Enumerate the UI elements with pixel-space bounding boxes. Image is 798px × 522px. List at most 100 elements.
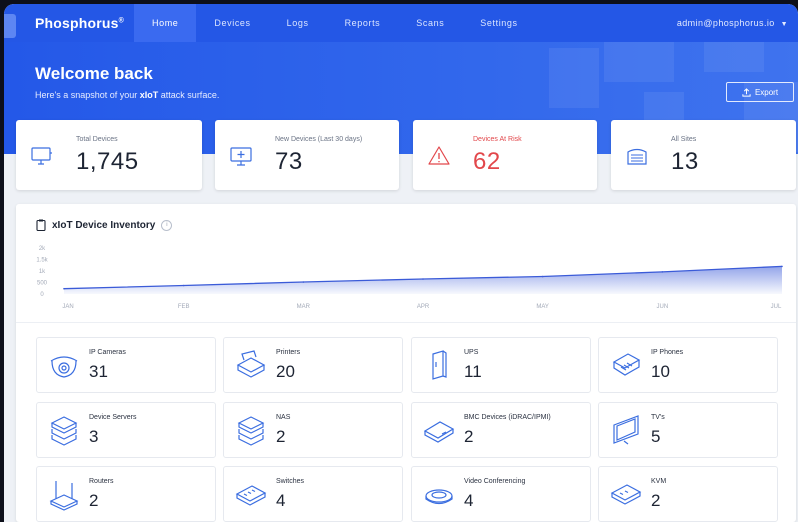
user-email: admin@phosphorus.io bbox=[676, 18, 775, 28]
stat-card-all-sites[interactable]: All Sites 13 bbox=[611, 120, 796, 190]
building-icon bbox=[627, 148, 647, 165]
data-point bbox=[182, 284, 185, 287]
page-title: Welcome back bbox=[35, 64, 153, 83]
nav-devices[interactable]: Devices bbox=[196, 4, 268, 42]
hero-decoration bbox=[604, 42, 674, 82]
stat-label: Devices At Risk bbox=[473, 136, 522, 143]
device-label: IP Phones bbox=[651, 349, 684, 356]
divider bbox=[16, 322, 796, 323]
inventory-title-text: xIoT Device Inventory bbox=[52, 219, 156, 231]
phone-icon bbox=[612, 353, 641, 376]
device-label: NAS bbox=[276, 414, 291, 421]
camera-icon bbox=[50, 356, 78, 378]
device-label: KVM bbox=[651, 478, 667, 485]
device-tile-printers[interactable]: Printers 20 bbox=[223, 337, 403, 393]
data-point bbox=[781, 265, 783, 268]
nav-scans[interactable]: Scans bbox=[398, 4, 462, 42]
data-point bbox=[541, 275, 544, 278]
stat-card-new-devices[interactable]: New Devices (Last 30 days) 73 bbox=[215, 120, 399, 190]
monitor-icon bbox=[31, 147, 52, 165]
device-count: 2 bbox=[651, 491, 661, 510]
device-tile-ups[interactable]: UPS 11 bbox=[411, 337, 591, 393]
top-nav: Phosphorus® Home Devices Logs Reports Sc… bbox=[4, 4, 798, 42]
device-tile-ip-cameras[interactable]: IP Cameras 31 bbox=[36, 337, 216, 393]
device-tile-kvm[interactable]: KVM 2 bbox=[598, 466, 778, 522]
stat-value: 1,745 bbox=[76, 148, 139, 175]
logo-mark-icon bbox=[4, 14, 16, 38]
router-icon bbox=[49, 481, 79, 511]
export-button[interactable]: Export bbox=[726, 82, 794, 102]
device-label: TV's bbox=[651, 414, 665, 421]
device-tile-switches[interactable]: Switches 4 bbox=[223, 466, 403, 522]
device-label: Device Servers bbox=[89, 414, 137, 421]
device-tile-nas[interactable]: NAS 2 bbox=[223, 402, 403, 458]
series-area bbox=[64, 266, 782, 294]
device-tile-video-conferencing[interactable]: Video Conferencing 4 bbox=[411, 466, 591, 522]
stat-value: 62 bbox=[473, 148, 501, 175]
stat-value: 13 bbox=[671, 148, 699, 175]
clipboard-icon bbox=[36, 219, 46, 231]
stat-label: All Sites bbox=[671, 136, 697, 143]
nav-logs[interactable]: Logs bbox=[269, 4, 327, 42]
inventory-panel: xIoT Device Inventory i 2k 1.5k 1k 500 0 JAN F… bbox=[16, 204, 796, 522]
server-stack-icon bbox=[50, 416, 78, 446]
data-point bbox=[422, 278, 424, 280]
nas-icon bbox=[237, 416, 265, 446]
bmc-icon bbox=[423, 421, 455, 443]
device-count: 31 bbox=[89, 362, 108, 381]
device-tile-bmc-devices[interactable]: BMC Devices (iDRAC/IPMI) 2 bbox=[411, 402, 591, 458]
device-count: 4 bbox=[276, 491, 286, 510]
nav-settings[interactable]: Settings bbox=[462, 4, 535, 42]
device-label: Routers bbox=[89, 478, 114, 485]
data-point bbox=[63, 287, 65, 290]
nav-reports[interactable]: Reports bbox=[327, 4, 399, 42]
y-tick-label: 0 bbox=[40, 292, 44, 298]
y-tick-label: 500 bbox=[37, 281, 48, 287]
data-point bbox=[661, 271, 664, 273]
device-tile-device-servers[interactable]: Device Servers 3 bbox=[36, 402, 216, 458]
device-count: 5 bbox=[651, 427, 661, 446]
brand-name: Phosphorus bbox=[35, 15, 119, 31]
device-count: 3 bbox=[89, 427, 99, 446]
brand-logo[interactable]: Phosphorus® bbox=[35, 15, 124, 31]
app-window: Phosphorus® Home Devices Logs Reports Sc… bbox=[4, 4, 798, 522]
upload-icon bbox=[742, 87, 751, 97]
video-conferencing-icon bbox=[425, 489, 453, 505]
x-tick-label: JUL bbox=[771, 304, 782, 310]
page-subtitle: Here's a snapshot of your xIoT attack su… bbox=[35, 90, 220, 100]
device-count: 2 bbox=[276, 427, 286, 446]
chevron-down-icon: ▼ bbox=[780, 21, 788, 28]
y-tick-label: 1.5k bbox=[36, 258, 48, 264]
x-tick-label: APR bbox=[417, 304, 430, 310]
x-tick-label: MAR bbox=[297, 304, 311, 310]
device-label: Switches bbox=[276, 478, 305, 485]
brand-mark: ® bbox=[118, 17, 125, 25]
device-label: IP Cameras bbox=[89, 349, 126, 356]
device-label: Printers bbox=[276, 349, 301, 356]
device-count: 2 bbox=[464, 427, 474, 446]
device-label: BMC Devices (iDRAC/IPMI) bbox=[464, 414, 551, 421]
device-tile-ip-phones[interactable]: IP Phones 10 bbox=[598, 337, 778, 393]
stat-card-devices-at-risk[interactable]: Devices At Risk 62 bbox=[413, 120, 597, 190]
nav-home[interactable]: Home bbox=[134, 4, 197, 42]
inventory-title: xIoT Device Inventory i bbox=[36, 219, 173, 231]
monitor-plus-icon bbox=[230, 147, 252, 166]
kvm-icon bbox=[610, 484, 642, 505]
device-count: 2 bbox=[89, 491, 99, 510]
inventory-area-chart: 2k 1.5k 1k 500 0 JAN FEB MAR APR MAY JUN JUL bbox=[36, 246, 783, 310]
info-icon[interactable]: i bbox=[161, 219, 173, 231]
device-count: 20 bbox=[276, 362, 295, 381]
y-tick-label: 2k bbox=[39, 246, 46, 252]
stat-value: 73 bbox=[275, 148, 303, 175]
x-tick-label: MAY bbox=[536, 304, 549, 310]
device-tile-tvs[interactable]: TV's 5 bbox=[598, 402, 778, 458]
switch-icon bbox=[235, 485, 267, 506]
x-tick-label: FEB bbox=[178, 304, 190, 310]
hero-decoration bbox=[704, 42, 764, 72]
user-menu[interactable]: admin@phosphorus.io ▼ bbox=[677, 4, 788, 42]
stat-card-total-devices[interactable]: Total Devices 1,745 bbox=[16, 120, 202, 190]
x-tick-label: JUN bbox=[656, 304, 668, 310]
warning-icon bbox=[428, 146, 450, 165]
device-tile-routers[interactable]: Routers 2 bbox=[36, 466, 216, 522]
device-count: 4 bbox=[464, 491, 474, 510]
